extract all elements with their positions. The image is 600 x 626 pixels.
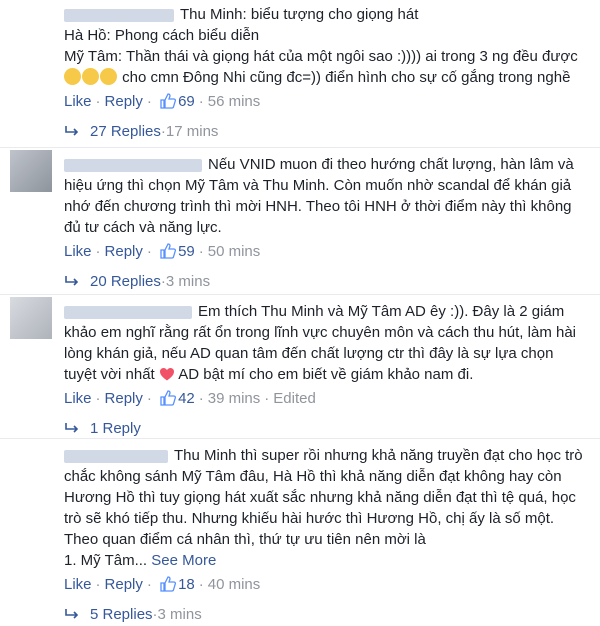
comment-text-line: lòng khán giả, nếu AD quan tâm đến chất …: [64, 345, 554, 362]
comment-text-line: nhớ đến chương trình thì mời HNH. Theo t…: [64, 198, 572, 215]
comment: Em thích Thu Minh và Mỹ Tâm AD êy :)). Đ…: [0, 294, 600, 438]
thumbs-up-icon[interactable]: [160, 93, 177, 109]
separator: ·: [198, 576, 204, 593]
comment-body: Em thích Thu Minh và Mỹ Tâm AD êy :)). Đ…: [64, 295, 592, 385]
like-button[interactable]: Like: [64, 576, 92, 593]
relieved-face-emoji-icon: [82, 68, 99, 85]
comment-text-line: Nếu VNID muon đi theo hướng chất lượng, …: [208, 156, 574, 173]
reply-button[interactable]: Reply: [105, 93, 143, 110]
like-button[interactable]: Like: [64, 93, 92, 110]
comment-actions: Like · Reply · 69 · 56 mins: [64, 91, 592, 113]
like-button[interactable]: Like: [64, 390, 92, 407]
like-count[interactable]: 18: [178, 576, 195, 593]
author-name[interactable]: [64, 158, 202, 172]
edited-label[interactable]: Edited: [273, 390, 316, 407]
comment: Nếu VNID muon đi theo hướng chất lượng, …: [0, 147, 600, 294]
comment-text-line: 1. Mỹ Tâm...: [64, 552, 148, 569]
comment-actions: Like · Reply · 59 · 50 mins: [64, 241, 592, 263]
separator: ·: [95, 243, 101, 260]
comment-text-line: hiệu ứng thì chọn Mỹ Tâm và Thu Minh. Cò…: [64, 177, 572, 194]
comment-actions: Like · Reply · 18 · 40 mins: [64, 574, 592, 596]
replies-timestamp: 3 mins: [157, 606, 202, 623]
comment-text-line: Mỹ Tâm: Thần thái và giọng hát của một n…: [64, 48, 578, 65]
separator: ·: [95, 93, 101, 110]
separator: ·: [198, 93, 204, 110]
timestamp[interactable]: 50 mins: [208, 243, 261, 260]
replies-timestamp: 3 mins: [165, 273, 211, 290]
like-count[interactable]: 69: [178, 93, 195, 110]
replies-count[interactable]: 5 Replies: [90, 606, 153, 623]
comment-text-line: khảo em nghĩ rằng rất ổn trong lĩnh vực …: [64, 324, 576, 341]
separator: ·: [146, 390, 152, 407]
author-name[interactable]: [64, 8, 174, 22]
reply-arrow-icon: [65, 609, 79, 619]
like-count[interactable]: 59: [178, 243, 195, 260]
separator: ·: [95, 576, 101, 593]
comment-text-line: Thu Minh thì super rồi nhưng khả năng tr…: [174, 447, 583, 464]
reply-arrow-icon: [65, 423, 79, 433]
author-name[interactable]: [64, 305, 192, 319]
comment: Thu Minh thì super rồi nhưng khả năng tr…: [0, 438, 600, 625]
comment-text-line: trò sẽ khó tiếp thu. Nhưng khiếu hài hướ…: [64, 510, 555, 527]
timestamp[interactable]: 39 mins: [208, 390, 261, 407]
like-count[interactable]: 42: [178, 390, 195, 407]
view-replies-link[interactable]: 27 Replies·17 mins: [64, 121, 592, 143]
heart-emoji-icon: [159, 368, 174, 381]
comment-text-line: tuyệt vời nhất: [64, 366, 155, 383]
comment-text-line: chắc không sánh Mỹ Tâm đâu, Hà Hồ thì kh…: [64, 468, 562, 485]
comment-text-line: Hà Hồ: Phong cách biểu diễn: [64, 27, 260, 44]
replies-timestamp: 17 mins: [165, 123, 219, 140]
separator: ·: [198, 390, 204, 407]
timestamp[interactable]: 40 mins: [208, 576, 261, 593]
avatar[interactable]: [10, 150, 52, 192]
comment-text-line: Theo quan điểm cá nhân thì, thứ tự ưu ti…: [64, 531, 426, 548]
reply-arrow-icon: [65, 126, 79, 136]
reply-arrow-icon: [65, 276, 79, 286]
replies-count[interactable]: 27 Replies: [90, 123, 161, 140]
reply-button[interactable]: Reply: [105, 390, 143, 407]
comment-body: Nếu VNID muon đi theo hướng chất lượng, …: [64, 148, 592, 238]
reply-button[interactable]: Reply: [105, 243, 143, 260]
avatar[interactable]: [10, 0, 52, 42]
separator: ·: [264, 390, 270, 407]
thumbs-up-icon[interactable]: [160, 390, 177, 406]
relieved-face-emoji-icon: [100, 68, 117, 85]
separator: ·: [146, 243, 152, 260]
view-replies-link[interactable]: 5 Replies·3 mins: [64, 604, 592, 626]
replies-count[interactable]: 1 Reply: [90, 420, 141, 437]
thumbs-up-icon[interactable]: [160, 243, 177, 259]
thumbs-up-icon[interactable]: [160, 576, 177, 592]
avatar[interactable]: [10, 297, 52, 339]
like-button[interactable]: Like: [64, 243, 92, 260]
view-replies-link[interactable]: 20 Replies·3 mins: [64, 271, 592, 293]
see-more-link[interactable]: See More: [151, 552, 216, 569]
comment-text-line: Hương Hồ thì tuy giọng hát xuất sắc nhưn…: [64, 489, 576, 506]
replies-count[interactable]: 20 Replies: [90, 273, 161, 290]
comment-text-line: Em thích Thu Minh và Mỹ Tâm AD êy :)). Đ…: [198, 303, 565, 320]
avatar[interactable]: [10, 441, 52, 483]
comment-text-line: đủ tư cách và năng lực.: [64, 219, 222, 236]
comment-actions: Like · Reply · 42 · 39 mins · Edited: [64, 388, 592, 410]
reply-button[interactable]: Reply: [105, 576, 143, 593]
comment: Thu Minh: biểu tượng cho giọng hát Hà Hồ…: [0, 0, 600, 147]
comment-text-line: cho cmn Đông Nhi cũng đc=)) điển hình ch…: [122, 69, 571, 86]
separator: ·: [146, 93, 152, 110]
view-replies-link[interactable]: 1 Reply: [64, 418, 592, 440]
comment-text-line: Thu Minh: biểu tượng cho giọng hát: [180, 6, 419, 23]
separator: ·: [146, 576, 152, 593]
separator: ·: [95, 390, 101, 407]
relieved-face-emoji-icon: [64, 68, 81, 85]
timestamp[interactable]: 56 mins: [208, 93, 261, 110]
comment-text-line: AD bật mí cho em biết về giám khảo nam đ…: [178, 366, 474, 383]
comment-body: Thu Minh thì super rồi nhưng khả năng tr…: [64, 439, 592, 571]
comment-body: Thu Minh: biểu tượng cho giọng hát Hà Hồ…: [64, 0, 592, 88]
separator: ·: [198, 243, 204, 260]
author-name[interactable]: [64, 449, 168, 463]
